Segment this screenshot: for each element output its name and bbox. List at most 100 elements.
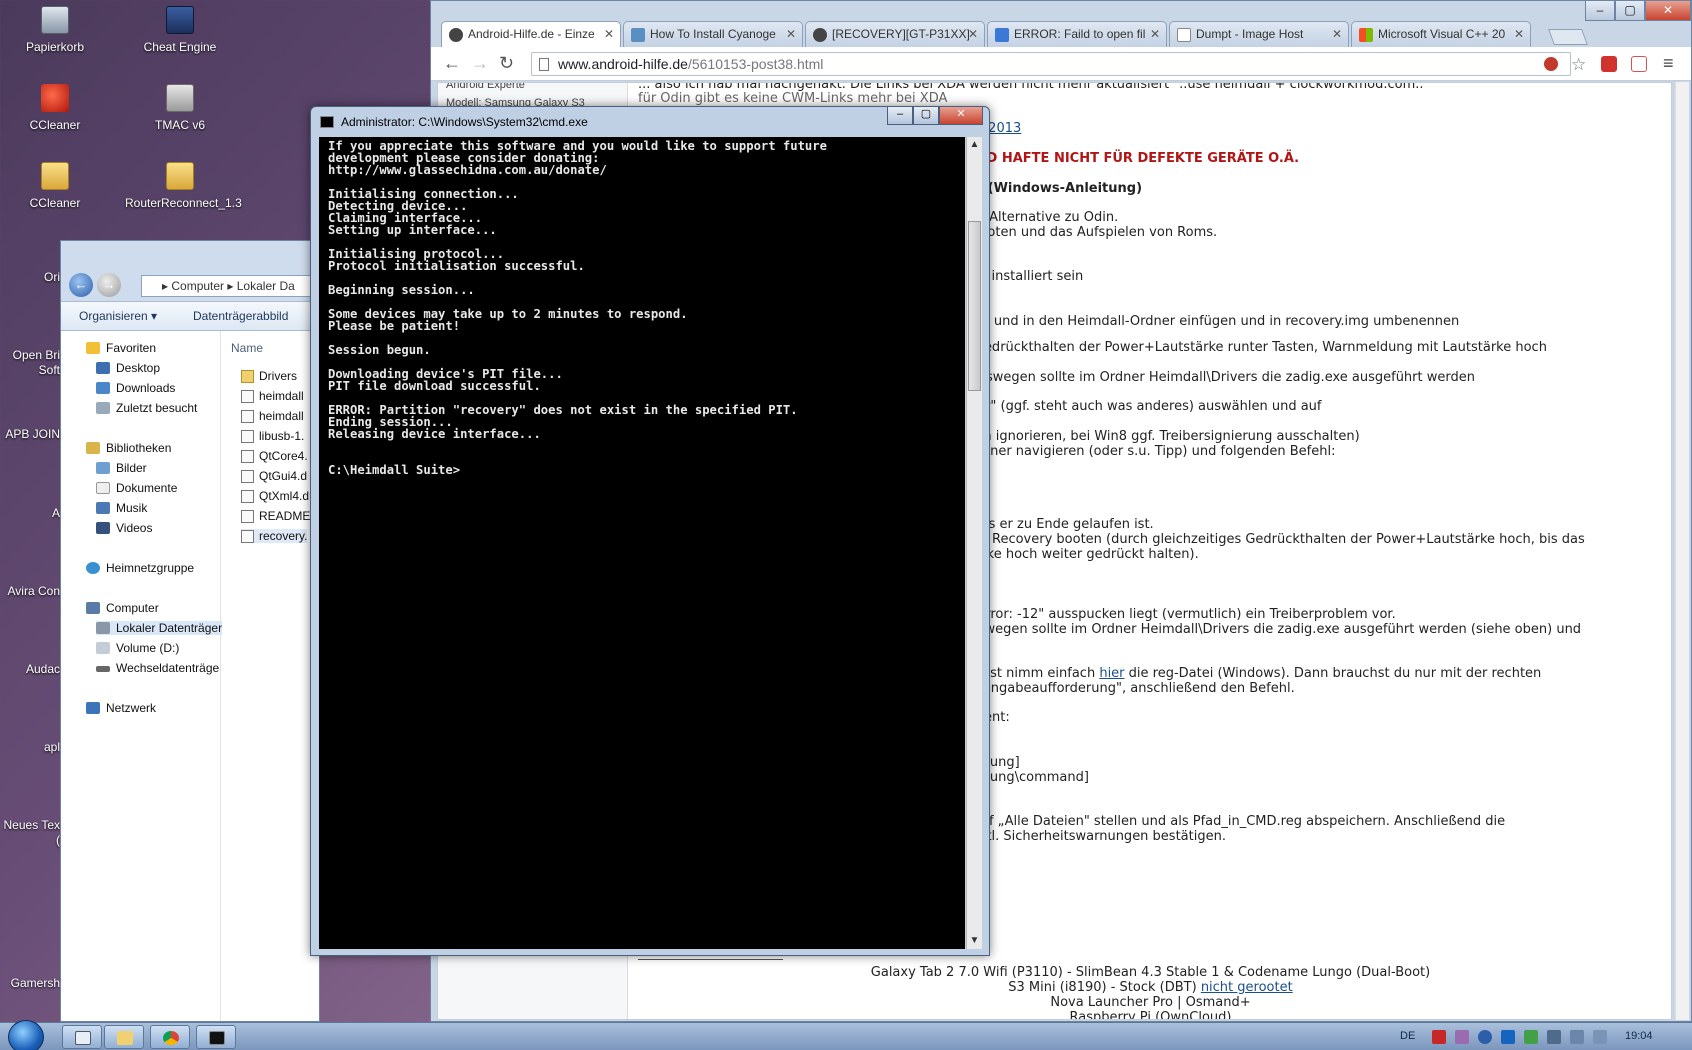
- tab-android-hilfe[interactable]: Android-Hilfe.de - Einze ✕: [441, 21, 621, 47]
- tree-network[interactable]: Netzwerk: [86, 701, 156, 715]
- action-center-icon[interactable]: [1547, 1030, 1561, 1044]
- organize-button[interactable]: Organisieren ▾: [79, 309, 157, 323]
- page-scrollbar[interactable]: [1675, 82, 1689, 1020]
- gear-icon: [631, 28, 645, 42]
- tab-recovery[interactable]: [RECOVERY][GT-P31XX] ✕: [805, 21, 985, 47]
- close-icon[interactable]: ✕: [1514, 27, 1524, 41]
- desktop-icon-partial[interactable]: apl: [0, 740, 60, 754]
- taskbar-explorer[interactable]: [104, 1025, 144, 1049]
- taskbar-cmd[interactable]: [196, 1025, 236, 1049]
- file-row[interactable]: recovery.: [241, 529, 308, 543]
- desktop-icon-partial[interactable]: Neues Tex: [0, 818, 60, 832]
- console-output[interactable]: If you appreciate this software and you …: [319, 137, 965, 949]
- tree-computer[interactable]: Computer: [86, 601, 159, 615]
- tree-libraries[interactable]: Bibliotheken: [86, 441, 171, 455]
- desktop-icon-ccleaner[interactable]: CCleaner: [0, 84, 110, 132]
- tree-music[interactable]: Musik: [96, 501, 147, 515]
- post-link[interactable]: hier: [1099, 666, 1124, 681]
- reload-icon[interactable]: ↻: [499, 53, 514, 74]
- tree-local-disk[interactable]: Lokaler Datenträger: [96, 621, 223, 635]
- safely-remove-icon[interactable]: [1524, 1030, 1538, 1044]
- desktop-icon-recycle-bin[interactable]: Papierkorb: [0, 6, 110, 54]
- tab-visual-cpp[interactable]: Microsoft Visual C++ 20 ✕: [1351, 21, 1531, 47]
- forward-arrow-icon[interactable]: →: [471, 53, 489, 74]
- bluetooth-icon[interactable]: [1501, 1030, 1515, 1044]
- address-bar[interactable]: www.android-hilfe.de/5610153-post38.html: [531, 52, 1571, 76]
- tab-title: Microsoft Visual C++ 20: [1378, 27, 1506, 41]
- extension-icon[interactable]: [1601, 56, 1617, 72]
- tree-volume-d[interactable]: Volume (D:): [96, 641, 179, 655]
- file-row[interactable]: heimdall: [241, 409, 304, 423]
- close-icon[interactable]: ✕: [786, 27, 796, 41]
- tab-cyanogen[interactable]: How To Install Cyanoge ✕: [623, 21, 803, 47]
- menu-icon[interactable]: ≡: [1663, 53, 1674, 74]
- tree-pictures[interactable]: Bilder: [96, 461, 147, 475]
- file-row[interactable]: QtGui4.d: [241, 469, 307, 483]
- column-header-name[interactable]: Name: [231, 341, 263, 355]
- file-row[interactable]: Drivers: [241, 369, 297, 383]
- taskbar-show-desktop[interactable]: [62, 1025, 102, 1049]
- tray-app-icon[interactable]: [1478, 1030, 1492, 1044]
- close-icon[interactable]: ✕: [604, 27, 614, 41]
- close-icon[interactable]: ✕: [1150, 27, 1160, 41]
- back-arrow-icon[interactable]: ←: [443, 53, 461, 74]
- tree-videos[interactable]: Videos: [96, 521, 152, 535]
- scroll-down-icon[interactable]: ▼: [967, 933, 982, 949]
- antivirus-icon[interactable]: [1432, 1030, 1446, 1044]
- tree-recent[interactable]: Zuletzt besucht: [96, 401, 197, 415]
- tree-downloads[interactable]: Downloads: [96, 381, 175, 395]
- tree-removable[interactable]: Wechseldatenträge: [96, 661, 219, 675]
- breadcrumb[interactable]: ▸ Computer ▸ Lokaler Da: [141, 275, 331, 297]
- file-row[interactable]: libusb-1.: [241, 429, 304, 443]
- forward-arrow-icon[interactable]: →: [97, 273, 121, 297]
- desktop-icon-routerreconnect[interactable]: RouterReconnect_1.3: [125, 162, 242, 210]
- desktop-icon-partial[interactable]: Avira Con: [0, 584, 60, 598]
- desktop-icon-partial[interactable]: APB JOIN: [0, 427, 60, 441]
- extension-icon[interactable]: [1631, 56, 1647, 72]
- back-arrow-icon[interactable]: ←: [69, 273, 93, 297]
- new-tab-button[interactable]: [1548, 29, 1588, 45]
- breadcrumb-item[interactable]: Computer: [171, 279, 224, 293]
- file-row[interactable]: README: [241, 509, 310, 523]
- disk-image-button[interactable]: Datenträgerabbild: [193, 309, 288, 323]
- clock[interactable]: 19:04: [1625, 1030, 1653, 1042]
- desktop-icon-partial[interactable]: Audac: [0, 662, 60, 676]
- tray-app-icon[interactable]: [1455, 1030, 1469, 1044]
- desktop-icon-partial[interactable]: Gamersh: [0, 976, 60, 990]
- file-row[interactable]: heimdall: [241, 389, 304, 403]
- desktop-icon-partial[interactable]: Ori: [0, 270, 60, 284]
- tree-documents[interactable]: Dokumente: [96, 481, 177, 495]
- network-icon[interactable]: [1570, 1030, 1584, 1044]
- file-row[interactable]: QtXml4.d: [241, 489, 309, 503]
- start-button[interactable]: [8, 1020, 44, 1050]
- close-icon[interactable]: ✕: [1332, 27, 1342, 41]
- desktop-icon-partial[interactable]: A: [0, 506, 60, 520]
- taskbar-chrome[interactable]: [150, 1025, 190, 1049]
- close-icon[interactable]: ✕: [968, 27, 978, 41]
- input-language-indicator[interactable]: DE: [1400, 1030, 1415, 1042]
- file-row[interactable]: QtCore4.: [241, 449, 308, 463]
- desktop-icon-partial[interactable]: Open Bri: [0, 348, 60, 362]
- console-scrollbar[interactable]: ▲ ▼: [966, 137, 982, 949]
- tree-favorites[interactable]: Favoriten: [86, 341, 156, 355]
- tab-error[interactable]: ERROR: Faild to open fil ✕: [987, 21, 1167, 47]
- scroll-up-icon[interactable]: ▲: [967, 137, 982, 153]
- minimize-button[interactable]: –: [887, 107, 913, 125]
- tree-desktop[interactable]: Desktop: [96, 361, 160, 375]
- volume-icon[interactable]: [1593, 1030, 1607, 1044]
- close-button[interactable]: ✕: [939, 107, 983, 125]
- adblock-icon[interactable]: [1544, 57, 1558, 71]
- desktop-icon-cheat-engine[interactable]: Cheat Engine: [125, 6, 235, 54]
- star-icon[interactable]: ☆: [1571, 55, 1586, 75]
- maximize-button[interactable]: ▢: [913, 107, 939, 125]
- desktop-icon-ccleaner-folder[interactable]: CCleaner: [0, 162, 110, 210]
- desktop-icon-tmac[interactable]: TMAC v6: [125, 84, 235, 132]
- tab-dumpt[interactable]: Dumpt - Image Host ✕: [1169, 21, 1349, 47]
- scrollbar-thumb[interactable]: [968, 221, 981, 391]
- signature-link[interactable]: nicht gerootet: [1201, 980, 1293, 995]
- tree-homegroup[interactable]: Heimnetzgruppe: [86, 561, 194, 575]
- desktop-icon-partial[interactable]: Soft: [0, 363, 60, 377]
- breadcrumb-item[interactable]: Lokaler Da: [237, 279, 295, 293]
- breadcrumb-item[interactable]: ▸: [162, 279, 171, 293]
- desktop-icon-partial[interactable]: (: [0, 833, 60, 847]
